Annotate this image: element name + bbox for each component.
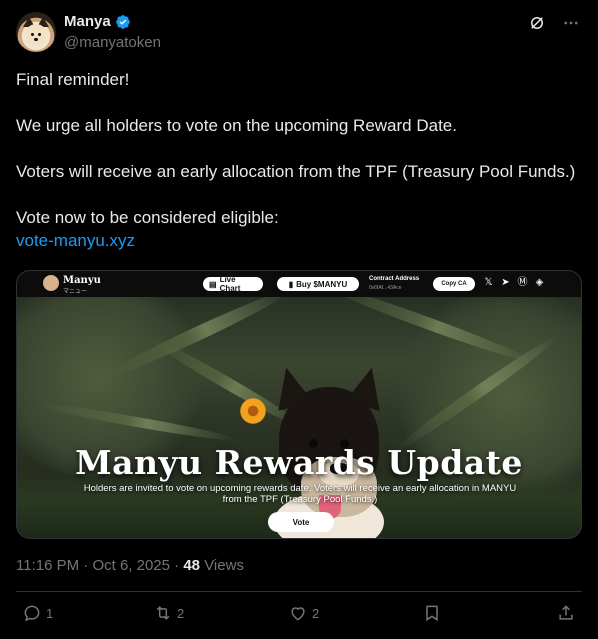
post-meta: 11:16 PM · Oct 6, 2025 · 48 Views [16,557,244,574]
views-count: 48 [183,557,201,574]
reply-button[interactable]: 1 [22,603,53,623]
repost-icon [156,606,170,620]
vote-button[interactable]: Vote [268,512,334,532]
m-icon[interactable]: Ⓜ [517,277,528,288]
display-name[interactable]: Manya [64,13,111,30]
hero-title: Manyu Rewards Update [75,443,523,482]
gem-icon[interactable]: ◈ [534,277,545,288]
buy-label: Buy $MANYU [296,279,348,289]
share-button[interactable] [556,603,576,623]
site-logo-icon [43,275,59,291]
site-nav: Manyu マニュー ▤ Live Chart ▮ Buy $MANYU Con… [17,271,581,297]
site-brand: Manyu [63,275,101,286]
copy-ca-button[interactable]: Copy CA [433,277,475,291]
share-icon [559,605,573,620]
bookmark-button[interactable] [422,603,442,623]
x-icon[interactable]: 𝕏 [483,277,494,288]
copy-ca-label: Copy CA [441,281,467,287]
like-count: 2 [312,605,320,621]
telegram-icon[interactable]: ➤ [500,277,511,288]
reply-count: 1 [46,605,54,621]
like-button[interactable]: 2 [288,603,319,623]
site-brand-sub: マニュー [63,289,88,295]
verified-badge-icon [115,14,130,29]
buy-button[interactable]: ▮ Buy $MANYU [277,277,359,291]
hero-description: Holders are invited to vote on upcoming … [83,483,517,505]
contract-value: 0x6fAf...43Ace [369,285,402,291]
post-text: Final reminder! We urge all holders to v… [16,68,582,252]
hero-image: Manyu Rewards Update Holders are invited… [17,297,581,538]
post-time[interactable]: 11:16 PM [16,557,79,574]
heart-icon [291,607,305,621]
bookmark-icon [426,605,438,622]
media-card[interactable]: Manyu マニュー ▤ Live Chart ▮ Buy $MANYU Con… [16,270,582,539]
post-line-1: Final reminder! [16,70,130,89]
post-line-3: Voters will receive an early allocation … [16,162,576,181]
live-chart-button[interactable]: ▤ Live Chart [203,275,263,293]
action-bar: 1 2 2 [16,603,582,625]
flower-icon [239,397,267,425]
post-date[interactable]: Oct 6, 2025 [92,557,170,574]
chart-icon: ▤ [209,279,217,289]
name-row: Manya [64,13,131,30]
avatar[interactable] [16,12,56,52]
repost-count: 2 [177,605,185,621]
handle[interactable]: @manyatoken [64,34,161,51]
contract-label: Contract Address [369,276,420,282]
more-icon[interactable] [562,14,580,32]
post-line-4: Vote now to be considered eligible: [16,208,279,227]
post-link[interactable]: vote-manyu.xyz [16,229,582,252]
wallet-icon: ▮ [288,279,294,289]
live-chart-label: Live Chart [219,275,241,293]
views-label: Views [204,557,244,574]
reply-icon [24,605,40,622]
repost-button[interactable]: 2 [153,603,184,623]
post-header: Manya @manyatoken [16,12,582,54]
grok-icon[interactable] [528,14,546,32]
divider [16,591,582,592]
post-line-2: We urge all holders to vote on the upcom… [16,116,457,135]
